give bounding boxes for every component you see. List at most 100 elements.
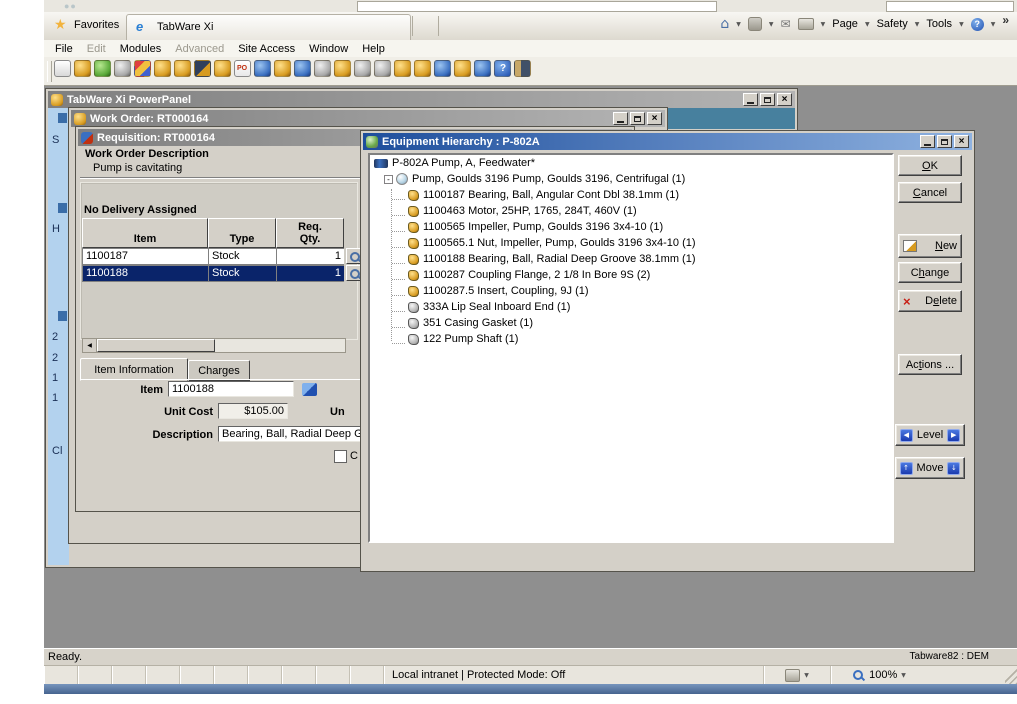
tree-item-row[interactable]: 1100188 Bearing, Ball, Radial Deep Groov…: [370, 251, 892, 267]
toolbar-icon[interactable]: [374, 60, 391, 77]
move-button[interactable]: ↑ Move ↓: [895, 457, 965, 479]
toolbar-icon[interactable]: [74, 60, 91, 77]
toolbar-icon[interactable]: [94, 60, 111, 77]
help-icon[interactable]: ?: [971, 18, 984, 31]
maximize-button[interactable]: [937, 135, 952, 148]
tree-root-row[interactable]: P-802A Pump, A, Feedwater*: [370, 155, 892, 171]
toolbar-icon[interactable]: [414, 60, 431, 77]
toolbar-icon[interactable]: [454, 60, 471, 77]
search-box-secondary[interactable]: [886, 1, 1014, 12]
search-input[interactable]: [357, 1, 717, 12]
tree-item-row[interactable]: 122 Pump Shaft (1): [370, 331, 892, 347]
minimize-button[interactable]: [613, 112, 628, 125]
powerpanel-sidebar[interactable]: S H 2 2 1 1 Cl: [48, 108, 69, 565]
tree-item-row[interactable]: 333A Lip Seal Inboard End (1): [370, 299, 892, 315]
tree-item-row[interactable]: 1100187 Bearing, Ball, Angular Cont Dbl …: [370, 187, 892, 203]
toolbar-icon[interactable]: [254, 60, 271, 77]
move-up-icon[interactable]: ↑: [900, 462, 913, 475]
item-field[interactable]: 1100188: [168, 381, 294, 397]
column-header-type[interactable]: Type: [208, 218, 276, 248]
tab-item-information[interactable]: Item Information: [80, 358, 188, 381]
maximize-button[interactable]: [760, 93, 775, 106]
close-button[interactable]: ×: [954, 135, 969, 148]
level-right-icon[interactable]: ▶: [947, 429, 960, 442]
zoom-control[interactable]: 100% ▼: [831, 666, 927, 684]
zone-indicator[interactable]: ▼: [764, 666, 831, 684]
menu-item[interactable]: Modules: [113, 42, 169, 56]
chevron-down-icon[interactable]: ▼: [991, 21, 996, 28]
column-header-qty[interactable]: Req. Qty.: [276, 218, 344, 248]
toolbar-icon[interactable]: [114, 60, 131, 77]
toolbar-icon[interactable]: [134, 60, 151, 77]
home-icon[interactable]: ⌂: [720, 18, 729, 30]
work-order-titlebar[interactable]: Work Order: RT000164 ×: [71, 110, 665, 127]
favorites-star-icon[interactable]: ★: [54, 17, 67, 33]
checkbox[interactable]: [334, 450, 347, 463]
chevron-down-icon[interactable]: ▼: [821, 21, 826, 28]
move-down-icon[interactable]: ↓: [947, 462, 960, 475]
mail-icon[interactable]: ✉: [781, 17, 791, 31]
ok-button[interactable]: OK: [898, 155, 962, 176]
change-button[interactable]: Change: [898, 262, 962, 283]
collapse-toggle-icon[interactable]: -: [384, 175, 393, 184]
print-icon[interactable]: [798, 18, 814, 30]
toolbar-icon[interactable]: [434, 60, 451, 77]
toolbar-icon[interactable]: [54, 60, 71, 77]
toolbar-icon[interactable]: [474, 60, 491, 77]
menu-item[interactable]: Help: [355, 42, 392, 56]
safety-menu[interactable]: Safety: [877, 18, 908, 30]
menu-item[interactable]: File: [48, 42, 80, 56]
toolbar-icon[interactable]: [314, 60, 331, 77]
toolbar-icon[interactable]: [494, 60, 511, 77]
toolbar-icon[interactable]: [354, 60, 371, 77]
toolbar-icon[interactable]: [334, 60, 351, 77]
menu-item[interactable]: Window: [302, 42, 355, 56]
new-button[interactable]: New: [898, 234, 962, 258]
minimize-button[interactable]: [743, 93, 758, 106]
horizontal-scrollbar[interactable]: ◀: [82, 338, 346, 353]
toolbar-icon[interactable]: [234, 60, 251, 77]
toolbar-icon[interactable]: [294, 60, 311, 77]
close-button[interactable]: ×: [647, 112, 662, 125]
favorites-button[interactable]: Favorites: [74, 19, 119, 31]
toolbar-icon[interactable]: [154, 60, 171, 77]
resize-grip[interactable]: [1005, 666, 1017, 684]
toolbar-icon[interactable]: [214, 60, 231, 77]
tree-parent-row[interactable]: - Pump, Goulds 3196 Pump, Goulds 3196, C…: [370, 171, 892, 187]
maximize-button[interactable]: [630, 112, 645, 125]
level-button[interactable]: ◀ Level ▶: [895, 424, 965, 446]
minimize-button[interactable]: [920, 135, 935, 148]
tree-item-row[interactable]: 351 Casing Gasket (1): [370, 315, 892, 331]
toolbar-icon[interactable]: [394, 60, 411, 77]
tree-item-row[interactable]: 1100287.5 Insert, Coupling, 9J (1): [370, 283, 892, 299]
page-menu[interactable]: Page: [832, 18, 858, 30]
column-header-item[interactable]: Item: [82, 218, 208, 248]
level-left-icon[interactable]: ◀: [900, 429, 913, 442]
tree-item-row[interactable]: 1100463 Motor, 25HP, 1765, 284T, 460V (1…: [370, 203, 892, 219]
chevron-down-icon[interactable]: ▼: [736, 21, 741, 28]
toolbar-icon[interactable]: [274, 60, 291, 77]
cancel-button[interactable]: Cancel: [898, 182, 962, 203]
hierarchy-titlebar[interactable]: Equipment Hierarchy : P-802A ×: [363, 133, 972, 150]
item-lookup-icon[interactable]: [302, 383, 317, 396]
feed-icon[interactable]: [748, 17, 762, 31]
menu-item[interactable]: Edit: [80, 42, 113, 56]
browser-tab[interactable]: e TabWare Xi: [126, 14, 411, 41]
toolbar-grip[interactable]: [47, 61, 52, 82]
table-row[interactable]: 1100187 Stock 1: [82, 248, 363, 265]
menu-item[interactable]: Site Access: [231, 42, 302, 56]
chevron-down-icon[interactable]: ▼: [769, 21, 774, 28]
tree-item-row[interactable]: 1100287 Coupling Flange, 2 1/8 In Bore 9…: [370, 267, 892, 283]
tree-item-row[interactable]: 1100565.1 Nut, Impeller, Pump, Goulds 31…: [370, 235, 892, 251]
actions-button[interactable]: Actions ...: [898, 354, 962, 375]
toolbar-icon[interactable]: [174, 60, 191, 77]
close-button[interactable]: ×: [777, 93, 792, 106]
toolbar-icon[interactable]: [514, 60, 531, 77]
toolbar-icon[interactable]: [194, 60, 211, 77]
overflow-chevron[interactable]: »: [1002, 13, 1009, 27]
powerpanel-titlebar[interactable]: TabWare Xi PowerPanel ×: [48, 91, 795, 108]
tab-charges[interactable]: Charges: [188, 360, 250, 381]
menu-item[interactable]: Advanced: [168, 42, 231, 56]
equipment-tree[interactable]: P-802A Pump, A, Feedwater* - Pump, Gould…: [368, 153, 894, 543]
scrollbar-thumb[interactable]: [97, 339, 215, 352]
